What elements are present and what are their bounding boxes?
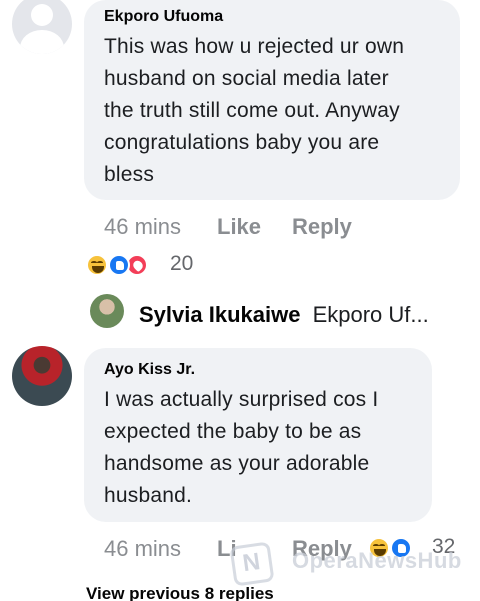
default-avatar-body (20, 30, 64, 54)
reaction-count: 20 (170, 252, 194, 275)
reply-author: Sylvia Ikukaiwe (139, 302, 301, 327)
avatar-sylvia[interactable] (90, 294, 124, 328)
comment-text-line: This was how u rejected ur own (104, 35, 405, 58)
watermark: OperaNewsHub (292, 548, 462, 573)
comment-text-line: husband. (104, 484, 193, 507)
comment-text-line: congratulations baby you are (104, 131, 380, 154)
avatar-ayo-kiss[interactable] (12, 346, 72, 406)
comment-time: 46 mins (104, 214, 182, 239)
like-reaction-icon (108, 254, 130, 276)
comment-text-line: expected the baby to be as (104, 420, 362, 443)
comment-text-line: the truth still come out. Anyway (104, 99, 400, 122)
reply-snippet: Ekporo Uf... (312, 302, 429, 327)
comment-text-line: I was actually surprised cos I (104, 388, 379, 411)
view-previous-replies-link[interactable]: View previous 8 replies (86, 584, 274, 601)
reactions-summary[interactable]: 20 (86, 252, 206, 278)
avatar-ekporo[interactable] (12, 0, 72, 54)
comment-author[interactable]: Ayo Kiss Jr. (104, 361, 195, 379)
like-button[interactable]: Like (217, 214, 261, 240)
watermark-logo-icon: N (229, 541, 275, 587)
comment-text-line: bless (104, 163, 155, 186)
comment-text-line: handsome as your adorable (104, 452, 370, 475)
comment-time: 46 mins (104, 536, 182, 561)
haha-reaction-icon (86, 254, 108, 276)
default-avatar-head (30, 3, 54, 27)
reply-button[interactable]: Reply (292, 214, 352, 240)
comment-text-line: husband on social media later (104, 67, 389, 90)
reply-preview[interactable]: Sylvia Ikukaiwe Ekporo Uf... (139, 302, 429, 328)
comment-author[interactable]: Ekporo Ufuoma (104, 8, 223, 26)
